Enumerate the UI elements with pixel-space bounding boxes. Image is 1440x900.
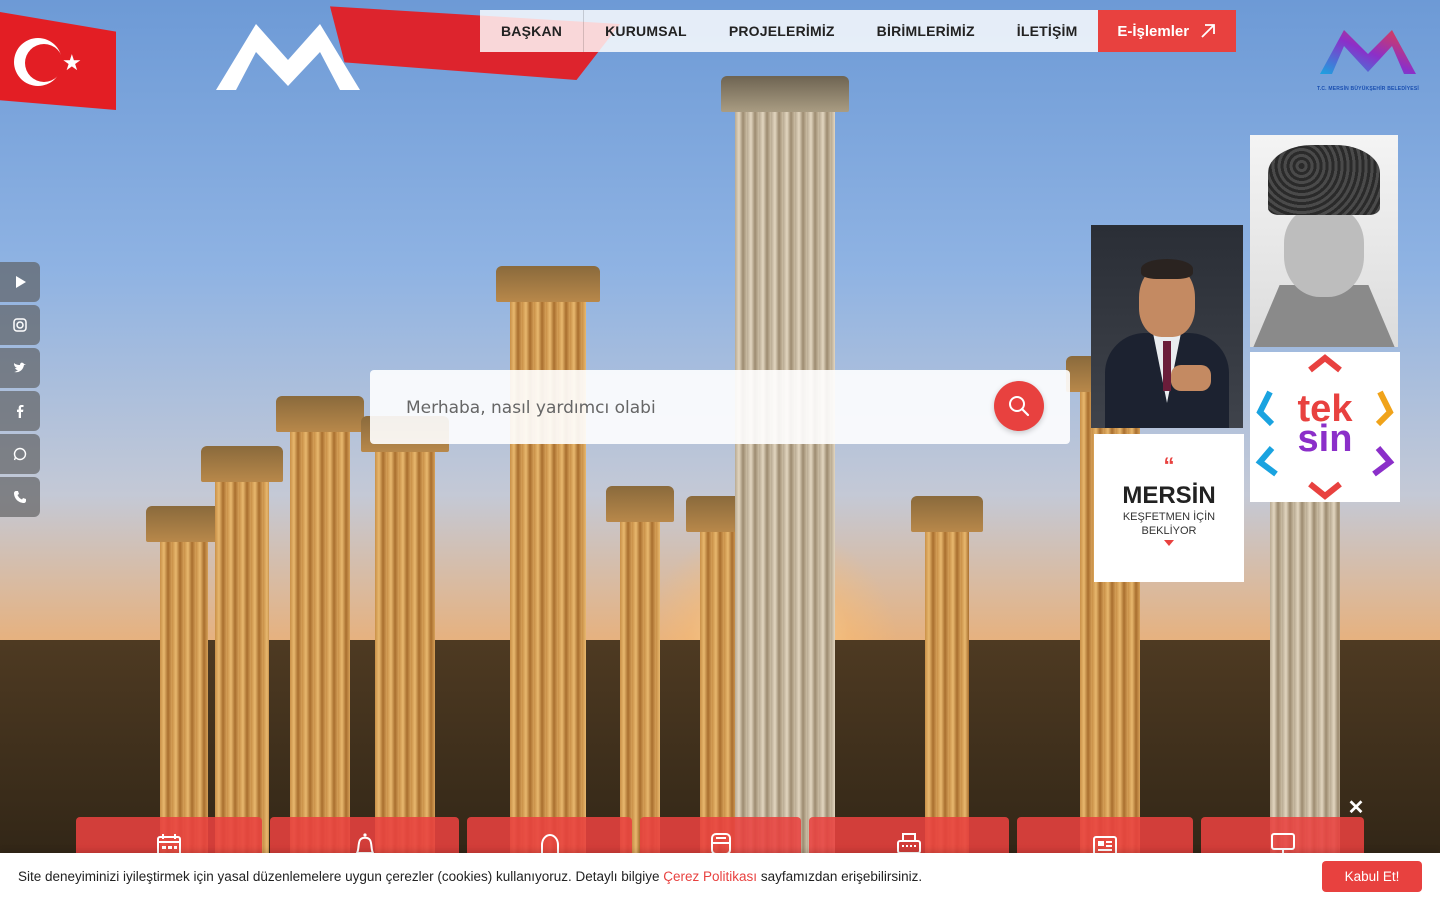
tile-arch[interactable] [467,817,632,859]
tile-calendar[interactable] [76,817,262,858]
top-navigation: BAŞKAN KURUMSAL PROJELERİMİZ BİRİMLERİMİ… [480,10,1236,52]
mersin-promo-card[interactable]: “ MERSİN KEŞFETMEN İÇİN BEKLİYOR [1094,434,1244,582]
instagram-icon [13,318,27,332]
search-icon [1009,396,1030,417]
phone-icon [14,491,26,503]
facebook-button[interactable] [0,391,40,431]
cookie-policy-link[interactable]: Çerez Politikası [663,869,757,884]
nav-item-projelerimiz[interactable]: PROJELERİMİZ [708,10,856,52]
column [721,76,849,900]
accept-cookies-button[interactable]: Kabul Et! [1322,861,1422,892]
nav-item-baskan[interactable]: BAŞKAN [480,10,585,52]
eislemler-label: E-İşlemler [1117,22,1190,40]
close-icon[interactable]: ✕ [1347,798,1365,818]
mayor-hand [1171,365,1211,391]
quick-access-tiles [0,817,1440,859]
arrow-up-right-icon [1201,24,1215,38]
cookie-text-before: Site deneyiminizi iyileştirmek için yasa… [18,869,664,884]
mersin-card-subtitle: KEŞFETMEN İÇİN BEKLİYOR [1122,511,1216,537]
cookie-text: Site deneyiminizi iyileştirmek için yasa… [18,869,922,884]
tile-transport[interactable] [640,817,801,857]
play-icon [16,276,26,288]
nav-item-kurumsal[interactable]: KURUMSAL [584,10,708,52]
crescent-icon [14,38,63,86]
phone-button[interactable] [0,477,40,517]
corner-logo-caption: T.C. MERSİN BÜYÜKŞEHİR BELEDİYESİ [1317,86,1419,92]
whatsapp-button[interactable] [0,434,40,474]
caret-down-icon [1164,540,1174,546]
whatsapp-icon [13,447,27,461]
mersin-card-title: MERSİN [1122,482,1216,509]
teksin-word-2: sin [1297,418,1353,460]
portrait-face [1284,207,1364,297]
portrait-hat [1268,145,1380,215]
tile-screen[interactable] [1201,817,1364,857]
cookie-text-after: sayfamızdan erişebilirsiniz. [757,869,923,884]
nav-item-birimlerimiz[interactable]: BİRİMLERİMİZ [856,10,996,52]
municipality-logo[interactable] [212,16,364,96]
search-input[interactable] [404,388,968,428]
quote-icon: “ [1163,453,1175,478]
nav-item-iletisim[interactable]: İLETİŞİM [996,10,1099,52]
twitter-button[interactable] [0,348,40,388]
mayor-tie [1163,341,1171,391]
teksin-wordmark: tek sin [1250,390,1400,460]
facebook-icon [17,405,24,418]
eislemler-button[interactable]: E-İşlemler [1098,10,1236,52]
social-sidebar [0,262,40,520]
instagram-button[interactable] [0,305,40,345]
tile-print[interactable] [809,817,1009,857]
teksin-card[interactable]: tek sin [1250,352,1400,502]
ataturk-portrait-card[interactable] [1250,135,1398,347]
tile-news[interactable] [1017,817,1193,857]
youtube-button[interactable] [0,262,40,302]
star-icon: ★ [62,50,82,75]
cookie-banner: Site deneyiminizi iyileştirmek için yasa… [0,853,1440,900]
tile-notifications[interactable] [270,817,459,857]
search-box [370,370,1070,444]
mayor-hair [1141,259,1193,279]
mayor-photo-card[interactable] [1091,225,1243,428]
twitter-icon [14,362,26,373]
search-button[interactable] [994,381,1044,431]
